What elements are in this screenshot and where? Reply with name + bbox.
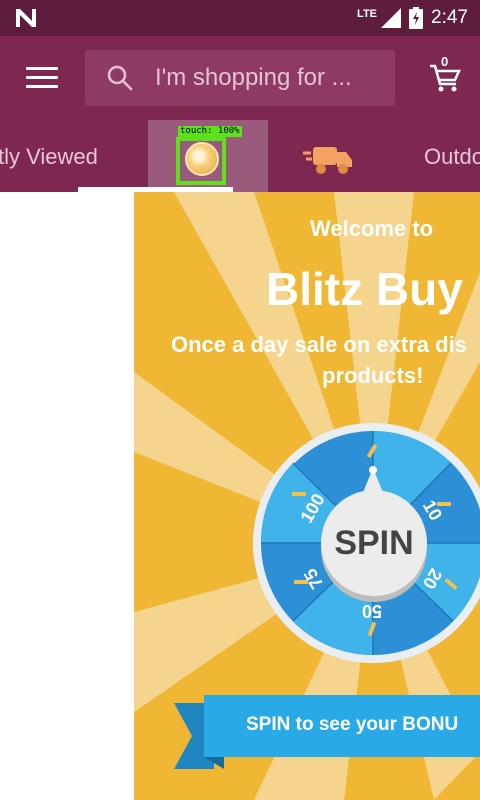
- spin-button-label: SPIN: [334, 523, 414, 562]
- banner-subtitle-line2: products!: [322, 363, 424, 388]
- cart-button[interactable]: 0: [428, 54, 462, 94]
- touch-indicator: [176, 137, 226, 185]
- clock: 2:47: [431, 7, 468, 28]
- battery-icon: [409, 7, 424, 29]
- cart-count: 0: [441, 54, 449, 69]
- search-placeholder: I'm shopping for ...: [155, 64, 352, 91]
- search-bar[interactable]: I'm shopping for ...: [85, 50, 395, 106]
- network-type: LTE: [357, 8, 378, 20]
- status-bar: LTE 2:47: [0, 0, 480, 36]
- banner-subtitle-line1: Once a day sale on extra dis: [171, 332, 467, 357]
- search-icon: [107, 65, 133, 91]
- cta-text: SPIN to see your BONU: [246, 714, 459, 735]
- welcome-text: Welcome to: [310, 216, 434, 241]
- touch-label: touch: 100%: [178, 126, 242, 137]
- wheel-value-50: 50: [362, 601, 383, 621]
- wheel-pointer-icon: [360, 466, 386, 500]
- app-bar: I'm shopping for ... 0: [0, 36, 480, 120]
- signal-icon: [381, 8, 402, 28]
- tab-outdoor[interactable]: Outdo: [424, 144, 480, 170]
- tab-recently-viewed[interactable]: tly Viewed: [0, 144, 98, 170]
- menu-icon[interactable]: [26, 67, 58, 91]
- delivery-truck-icon[interactable]: [303, 141, 353, 175]
- banner-title: Blitz Buy: [266, 263, 463, 315]
- spin-button[interactable]: SPIN: [321, 490, 427, 596]
- blitz-buy-banner[interactable]: Welcome to Blitz Buy Once a day sale on …: [134, 192, 480, 800]
- n-logo-icon: [16, 9, 36, 27]
